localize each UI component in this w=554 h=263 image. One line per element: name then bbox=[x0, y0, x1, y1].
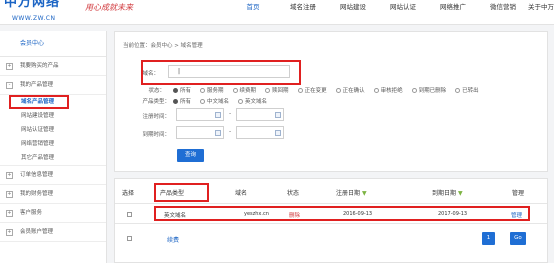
type-option[interactable]: 英文域名 bbox=[238, 97, 267, 105]
range-dash: - bbox=[229, 110, 232, 117]
page-number-button[interactable]: 1 bbox=[482, 232, 495, 245]
sort-icon[interactable]: ▼ bbox=[362, 190, 367, 197]
calendar-icon[interactable] bbox=[215, 112, 221, 118]
renew-link[interactable]: 续费 bbox=[167, 235, 179, 244]
sidebar-item-label: 会员账户管理 bbox=[20, 229, 54, 235]
status-option[interactable]: 审核拒绝 bbox=[373, 86, 403, 94]
radio-icon bbox=[238, 98, 244, 104]
radio-icon bbox=[455, 87, 461, 93]
sidebar-item-label: 我要购买的产品 bbox=[20, 63, 59, 69]
col-header-select: 选择 bbox=[122, 190, 135, 197]
radio-selected-icon bbox=[173, 98, 178, 104]
collapse-icon[interactable]: - bbox=[6, 82, 13, 89]
status-option[interactable]: 已转出 bbox=[455, 86, 479, 94]
col-header-domain: 域名 bbox=[235, 190, 248, 197]
logo-text: 中万网络 bbox=[4, 0, 61, 10]
query-button[interactable]: 查询 bbox=[177, 149, 204, 162]
expand-icon[interactable]: + bbox=[6, 210, 13, 217]
header-divider bbox=[115, 203, 547, 204]
calendar-icon[interactable] bbox=[215, 130, 221, 136]
col-header-status: 状态 bbox=[287, 190, 300, 197]
expand-icon[interactable]: + bbox=[6, 172, 13, 179]
nav-wechat[interactable]: 微信营销 bbox=[478, 0, 528, 24]
sidebar-item-label: 订单信息管理 bbox=[20, 172, 54, 178]
sidebar-item-my-products[interactable]: - 我的产品管理 bbox=[0, 76, 106, 95]
radio-icon bbox=[265, 87, 271, 93]
highlight-box-sidebar bbox=[9, 95, 69, 109]
type-radio-group: 所有 中文域名 英文域名 bbox=[173, 97, 276, 105]
calendar-icon[interactable] bbox=[275, 112, 281, 118]
select-all-checkbox[interactable] bbox=[127, 236, 132, 241]
highlight-box-type-header bbox=[154, 183, 209, 202]
radio-icon bbox=[297, 87, 303, 93]
expire-end-input[interactable] bbox=[236, 126, 284, 139]
expand-icon[interactable]: + bbox=[6, 63, 13, 70]
row-checkbox[interactable] bbox=[127, 212, 132, 217]
nav-about[interactable]: 关于中万 bbox=[528, 0, 554, 24]
sidebar-item-label: 我的财务管理 bbox=[20, 191, 54, 197]
sidebar: 会员中心 + 我要购买的产品 - 我的产品管理 域名产品管理 网站建设管理 网站… bbox=[0, 31, 107, 263]
sidebar-item-service[interactable]: + 客户服务 bbox=[0, 204, 106, 223]
range-dash: - bbox=[229, 128, 232, 135]
status-radio-group: 所有 服务期 续费期 赎回期 正在变更 正在确认 审核拒绝 到期已删除 已转出 bbox=[173, 86, 488, 94]
type-option[interactable]: 所有 bbox=[173, 97, 191, 105]
radio-icon bbox=[232, 87, 238, 93]
radio-selected-icon bbox=[173, 87, 178, 93]
expand-icon[interactable]: + bbox=[6, 191, 13, 198]
col-header-expire-date[interactable]: 到期日期 ▼ bbox=[432, 188, 463, 197]
highlight-box-row bbox=[154, 206, 530, 221]
highlight-box-domain bbox=[141, 60, 301, 85]
slogan: 用心成就未来 bbox=[85, 3, 133, 12]
radio-icon bbox=[335, 87, 341, 93]
register-start-input[interactable] bbox=[176, 108, 224, 121]
expand-icon[interactable]: + bbox=[6, 229, 13, 236]
sidebar-item-purchase[interactable]: + 我要购买的产品 bbox=[0, 57, 106, 76]
expire-time-label: 到期时间： bbox=[142, 132, 170, 138]
status-option[interactable]: 服务期 bbox=[200, 86, 224, 94]
status-option[interactable]: 正在变更 bbox=[297, 86, 327, 94]
nav-home[interactable]: 首页 bbox=[228, 0, 278, 24]
type-label: 产品类型： bbox=[142, 99, 170, 105]
go-button[interactable]: Go bbox=[510, 232, 526, 245]
nav-website-cert[interactable]: 网站认证 bbox=[378, 0, 428, 24]
sidebar-item-label: 客户服务 bbox=[20, 210, 43, 216]
status-option[interactable]: 正在确认 bbox=[335, 86, 365, 94]
sidebar-item-finance[interactable]: + 我的财务管理 bbox=[0, 185, 106, 204]
sidebar-title: 会员中心 bbox=[0, 31, 106, 57]
status-option[interactable]: 续费期 bbox=[232, 86, 256, 94]
status-option[interactable]: 所有 bbox=[173, 86, 191, 94]
row-divider bbox=[115, 223, 547, 224]
col-header-manage: 管理 bbox=[512, 190, 525, 197]
sidebar-sub-other[interactable]: 其它产品管理 bbox=[0, 151, 106, 165]
sidebar-sub-cert[interactable]: 网站认证管理 bbox=[0, 123, 106, 137]
nav-domain-register[interactable]: 域名注册 bbox=[278, 0, 328, 24]
breadcrumb: 当前位置：会员中心 > 域名管理 bbox=[123, 43, 203, 49]
nav-marketing[interactable]: 网络推广 bbox=[428, 0, 478, 24]
status-option[interactable]: 赎回期 bbox=[265, 86, 289, 94]
type-option[interactable]: 中文域名 bbox=[200, 97, 229, 105]
calendar-icon[interactable] bbox=[275, 130, 281, 136]
nav-website-build[interactable]: 网站建设 bbox=[328, 0, 378, 24]
col-header-register-date[interactable]: 注册日期 ▼ bbox=[336, 188, 367, 197]
sidebar-sub-website[interactable]: 网站建设管理 bbox=[0, 109, 106, 123]
sidebar-item-account[interactable]: + 会员账户管理 bbox=[0, 223, 106, 242]
radio-icon bbox=[200, 98, 206, 104]
radio-icon bbox=[200, 87, 206, 93]
sidebar-item-label: 我的产品管理 bbox=[20, 82, 54, 88]
top-nav: 首页 域名注册 网站建设 网站认证 网络推广 微信营销 关于中万 bbox=[228, 0, 554, 24]
top-bar: 中万网络 WWW.ZW.CN 用心成就未来 首页 域名注册 网站建设 网站认证 … bbox=[0, 0, 554, 25]
radio-icon bbox=[373, 87, 379, 93]
status-option[interactable]: 到期已删除 bbox=[411, 86, 446, 94]
radio-icon bbox=[411, 87, 417, 93]
expire-start-input[interactable] bbox=[176, 126, 224, 139]
sidebar-item-orders[interactable]: + 订单信息管理 bbox=[0, 165, 106, 185]
sidebar-sub-marketing[interactable]: 网络营销管理 bbox=[0, 137, 106, 151]
status-label: 状态： bbox=[148, 88, 165, 94]
sort-icon[interactable]: ▼ bbox=[458, 190, 463, 197]
register-time-label: 注册时间： bbox=[142, 114, 170, 120]
logo-url: WWW.ZW.CN bbox=[12, 15, 56, 22]
register-end-input[interactable] bbox=[236, 108, 284, 121]
